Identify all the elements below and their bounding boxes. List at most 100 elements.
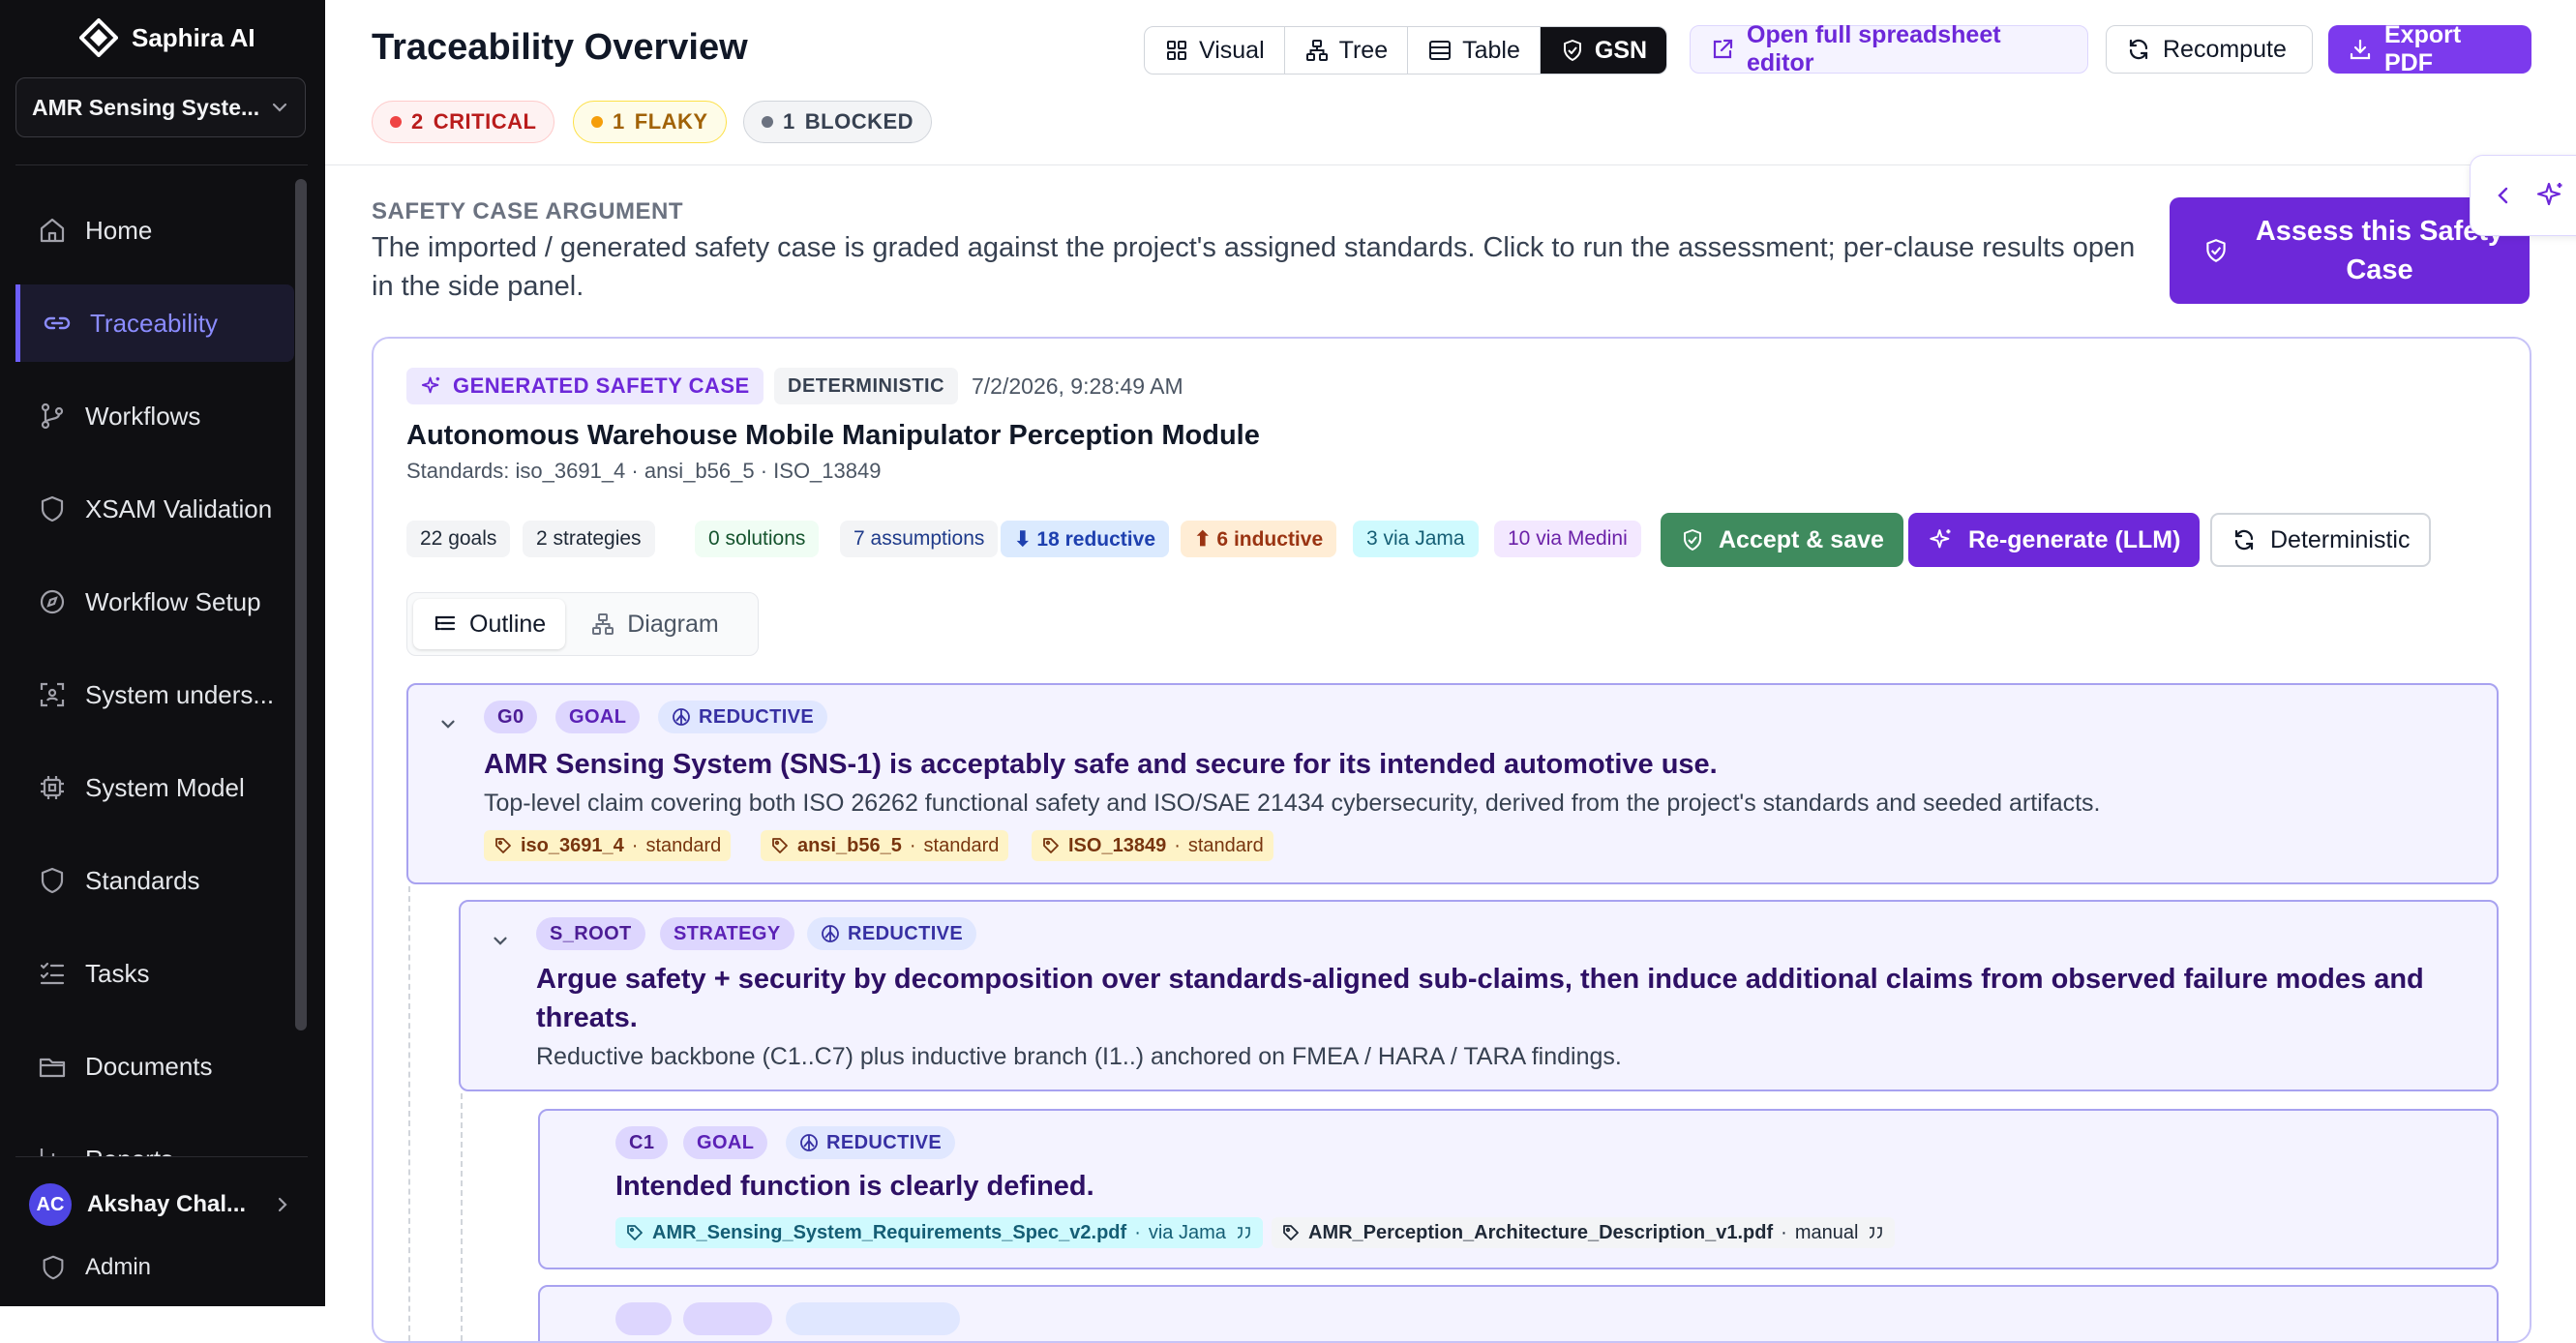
stat-solutions: 0 solutions xyxy=(695,521,820,557)
view-visual-button[interactable]: Visual xyxy=(1145,27,1285,74)
tag-icon xyxy=(770,836,790,855)
node-direction-badge xyxy=(786,1302,960,1335)
button-label: Deterministic xyxy=(2270,525,2411,553)
node-title: AMR Sensing System (SNS-1) is acceptably… xyxy=(484,749,1718,780)
view-table-button[interactable]: Table xyxy=(1408,27,1541,74)
button-label: Open full spreadsheet editor xyxy=(1747,21,2001,76)
node-id-badge: S_ROOT xyxy=(536,917,645,950)
folder-icon xyxy=(37,1051,68,1082)
stat-strategies: 2 strategies xyxy=(523,521,655,557)
tab-outline[interactable]: Outline xyxy=(413,599,566,649)
tab-diagram[interactable]: Diagram xyxy=(571,599,737,649)
sidebar-item-traceability[interactable]: Traceability xyxy=(15,284,294,362)
ref-name: iso_3691_4 xyxy=(521,834,624,856)
tree-connector xyxy=(408,886,410,1341)
sidebar-item-workflow-setup[interactable]: Workflow Setup xyxy=(15,563,294,641)
accept-save-button[interactable]: Accept & save xyxy=(1661,513,1903,567)
sparkles-icon xyxy=(2534,179,2567,212)
shield-icon xyxy=(39,1253,68,1282)
sidebar-item-system-under-test[interactable]: System unders... xyxy=(15,656,294,733)
safety-case-standards: Standards: iso_3691_4 · ansi_b56_5 · ISO… xyxy=(406,459,882,483)
sidebar-item-workflows[interactable]: Workflows xyxy=(15,377,294,455)
cpu-icon xyxy=(37,772,68,803)
grid-icon xyxy=(1164,38,1189,63)
gsn-node-g0[interactable]: G0 GOAL REDUCTIVE AMR Sensing System (SN… xyxy=(406,683,2499,884)
export-pdf-button[interactable]: Export PDF xyxy=(2328,21,2531,76)
ref-source: manual xyxy=(1794,1221,1859,1243)
sidebar-item-home[interactable]: Home xyxy=(15,192,294,269)
chart-icon xyxy=(37,1144,68,1156)
ref-type: standard xyxy=(645,834,722,856)
dot-icon xyxy=(591,116,603,128)
generated-timestamp: 7/2/2026, 9:28:49 AM xyxy=(972,373,1183,399)
sidebar-item-tasks[interactable]: Tasks xyxy=(15,935,294,1012)
artifact-ref[interactable]: ISO_13849 · standard xyxy=(1032,830,1273,861)
recompute-button[interactable]: Recompute xyxy=(2106,25,2313,74)
chevron-down-icon xyxy=(270,98,289,117)
assistant-panel-toggle[interactable] xyxy=(2470,155,2576,236)
gsn-node-next[interactable] xyxy=(538,1285,2499,1341)
home-icon xyxy=(37,215,68,246)
sidebar-item-xsam-validation[interactable]: XSAM Validation xyxy=(15,470,294,548)
status-badge-flaky[interactable]: 1 FLAKY xyxy=(573,101,727,143)
project-select-label: AMR Sensing Syste... xyxy=(32,94,260,120)
tag-icon xyxy=(1281,1223,1301,1242)
status-badge-critical[interactable]: 2 CRITICAL xyxy=(372,101,555,143)
sidebar-item-admin[interactable]: Admin xyxy=(39,1248,151,1287)
sidebar-item-documents[interactable]: Documents xyxy=(15,1028,294,1105)
tree-connector xyxy=(461,1093,463,1341)
reductive-icon xyxy=(821,924,840,943)
tab-label: Outline xyxy=(469,610,547,638)
project-select[interactable]: AMR Sensing Syste... xyxy=(15,77,306,137)
reductive-icon xyxy=(672,707,691,727)
sidebar-item-label: Standards xyxy=(85,865,200,895)
node-direction-badge: REDUCTIVE xyxy=(658,701,828,733)
git-branch-icon xyxy=(37,401,68,432)
status-badge-blocked[interactable]: 1 BLOCKED xyxy=(743,101,933,143)
node-id-badge: C1 xyxy=(615,1126,669,1159)
brand-name: Saphira AI xyxy=(132,22,255,52)
sidebar-item-label: System Model xyxy=(85,772,245,802)
sidebar-scrollbar[interactable] xyxy=(295,179,307,1030)
view-tree-button[interactable]: Tree xyxy=(1285,27,1409,74)
artifact-ref[interactable]: AMR_Perception_Architecture_Description_… xyxy=(1272,1217,1896,1248)
chevron-left-icon xyxy=(2494,184,2513,207)
node-kind-badge: GOAL xyxy=(555,701,641,733)
brand[interactable]: Saphira AI xyxy=(79,18,255,57)
sidebar-item-system-model[interactable]: System Model xyxy=(15,749,294,826)
sidebar-item-standards[interactable]: Standards xyxy=(15,842,294,919)
artifact-ref[interactable]: ansi_b56_5 · standard xyxy=(761,830,1009,861)
artifact-ref[interactable]: AMR_Sensing_System_Requirements_Spec_v2.… xyxy=(615,1217,1263,1248)
reductive-icon xyxy=(799,1133,819,1152)
gsn-node-s-root[interactable]: S_ROOT STRATEGY REDUCTIVE Argue safety +… xyxy=(459,900,2499,1091)
view-gsn-button[interactable]: GSN xyxy=(1540,27,1667,74)
ref-name: ISO_13849 xyxy=(1068,834,1167,856)
shield-check-icon xyxy=(1680,527,1705,552)
button-label: Recompute xyxy=(2163,35,2287,63)
saphira-logo-icon xyxy=(79,18,118,57)
sidebar-item-reports[interactable]: Reports xyxy=(15,1120,294,1156)
stat-assumptions: 7 assumptions xyxy=(840,521,999,557)
user-menu[interactable]: AC Akshay Chal... xyxy=(29,1182,292,1227)
chevron-down-icon[interactable] xyxy=(490,931,511,952)
tag-icon xyxy=(1041,836,1061,855)
sidebar-divider xyxy=(15,164,308,165)
gsn-node-c1[interactable]: C1 GOAL REDUCTIVE Intended function is c… xyxy=(538,1109,2499,1269)
deterministic-button[interactable]: Deterministic xyxy=(2210,513,2432,567)
sidebar-nav: Home Traceability Workflows XSAM Validat… xyxy=(0,179,294,1156)
ref-separator: · xyxy=(631,834,639,856)
chevron-down-icon[interactable] xyxy=(437,714,459,735)
regenerate-llm-button[interactable]: Re-generate (LLM) xyxy=(1908,513,2201,567)
critical-count: 2 xyxy=(411,109,424,134)
open-spreadsheet-button[interactable]: Open full spreadsheet editor xyxy=(1690,21,2088,76)
artifact-ref[interactable]: iso_3691_4 · standard xyxy=(484,830,732,861)
shield-check-icon xyxy=(1560,38,1585,63)
stat-via-medini: 10 via Medini xyxy=(1494,521,1641,557)
stat-reductive: ⬇ 18 reductive xyxy=(1001,521,1169,557)
node-id-badge xyxy=(615,1302,672,1335)
user-name: Akshay Chal... xyxy=(87,1191,247,1217)
table-icon xyxy=(1427,38,1453,63)
tag-label: GENERATED SAFETY CASE xyxy=(453,373,750,398)
badge-label: REDUCTIVE xyxy=(826,1131,943,1153)
view-label: Tree xyxy=(1338,36,1389,64)
